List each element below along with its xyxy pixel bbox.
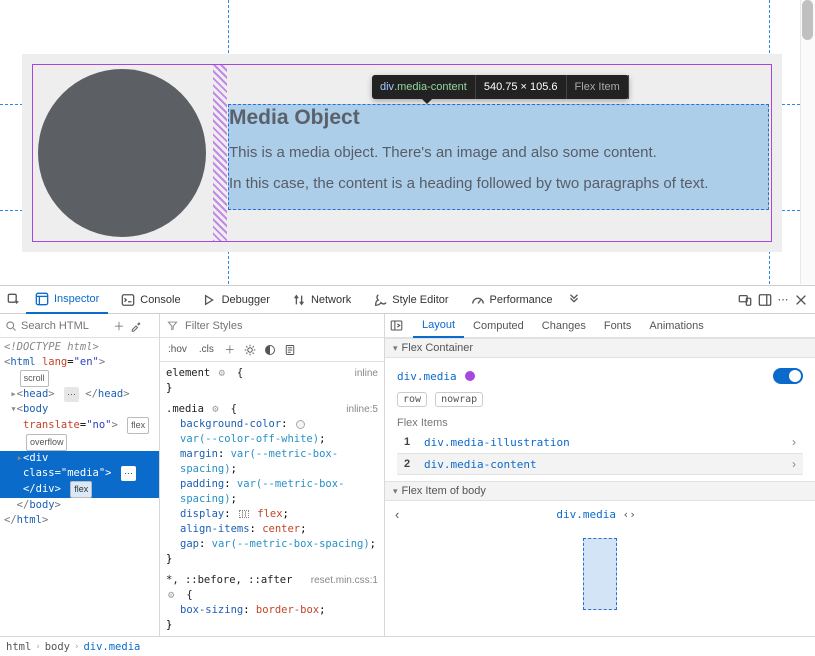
chip-nowrap: nowrap — [435, 392, 483, 407]
dom-line-div-attr[interactable]: class="media"> ⋯ — [0, 466, 159, 481]
devtools-body: ＋ <!DOCTYPE html> <html lang="en"> scrol… — [0, 314, 815, 636]
tooltip-tag: div — [380, 81, 394, 93]
tab-inspector[interactable]: Inspector — [26, 286, 108, 314]
dom-line-head[interactable]: ▸<head> ⋯ </head> — [0, 387, 159, 402]
preview-scrollbar[interactable] — [800, 0, 815, 284]
section-flex-item[interactable]: ▾Flex Item of body — [385, 481, 815, 501]
flex-item-1[interactable]: 1 div.media-illustration › — [397, 431, 803, 453]
close-devtools-icon[interactable] — [793, 292, 809, 308]
side-body[interactable]: ▾Flex Container div.media row nowrap Fle… — [385, 338, 815, 636]
dock-mode-icon[interactable] — [757, 292, 773, 308]
tab-label: Performance — [490, 294, 553, 306]
flex-item-nav: ‹ div.media ‹› — [385, 501, 815, 528]
flex-container-row: div.media — [397, 364, 803, 388]
dom-line-body-close[interactable]: </body> — [0, 498, 159, 513]
filter-icon — [165, 319, 179, 333]
tooltip-dimensions: 540.75 × 105.6 — [476, 75, 567, 99]
flex-item-diagram — [583, 538, 617, 610]
tooltip-mode: Flex Item — [567, 75, 629, 99]
print-media-icon[interactable] — [283, 343, 297, 357]
dom-line-body-attr[interactable]: translate="no"> flex — [0, 417, 159, 434]
layout-panel: Layout Computed Changes Fonts Animations… — [385, 314, 815, 636]
nav-back[interactable]: ‹ — [395, 507, 399, 522]
flex-container-link[interactable]: div.media — [397, 370, 457, 383]
side-tab-animations[interactable]: Animations — [640, 314, 712, 338]
tab-style-editor[interactable]: Style Editor — [364, 286, 457, 314]
flex-items-label: Flex Items — [397, 417, 803, 429]
breadcrumb[interactable]: html — [6, 641, 31, 653]
tab-label: Style Editor — [392, 294, 448, 306]
rules-toolbar — [160, 314, 384, 338]
side-tab-computed[interactable]: Computed — [464, 314, 533, 338]
cls-toggle[interactable]: .cls — [196, 344, 217, 355]
rules-panel: :hov .cls ＋ element ⚙ {inline } — [160, 314, 385, 636]
flex-item-2[interactable]: 2 div.media-content › — [397, 453, 803, 475]
overflow-tabs-icon[interactable] — [566, 292, 582, 308]
filter-styles-input[interactable] — [185, 320, 379, 332]
breadcrumb-current[interactable]: div.media — [83, 641, 140, 653]
tab-network[interactable]: Network — [283, 286, 360, 314]
chevron-right-icon: › — [792, 457, 796, 471]
media-content: Media Object This is a media object. The… — [229, 106, 769, 206]
side-tab-fonts[interactable]: Fonts — [595, 314, 641, 338]
dom-tree[interactable]: <!DOCTYPE html> <html lang="en"> scroll … — [0, 338, 159, 636]
preview-pane: Media Object This is a media object. The… — [0, 0, 815, 284]
dom-line-html[interactable]: <html lang="en"> — [0, 355, 159, 370]
tab-label: Inspector — [54, 293, 99, 305]
add-node-icon[interactable]: ＋ — [112, 319, 126, 333]
breadcrumb[interactable]: body — [45, 641, 70, 653]
dom-line-div-open[interactable]: ▸<div — [0, 451, 159, 466]
tab-label: Console — [140, 294, 180, 306]
dark-scheme-icon[interactable] — [263, 343, 277, 357]
dom-line-html-close[interactable]: </html> — [0, 513, 159, 528]
breadcrumbs: html › body › div.media — [0, 636, 815, 656]
tooltip-class: .media-content — [394, 81, 467, 93]
dom-panel: ＋ <!DOCTYPE html> <html lang="en"> scrol… — [0, 314, 160, 636]
dom-search-row: ＋ — [0, 314, 159, 338]
dom-badge-overflow[interactable]: overflow — [0, 434, 159, 451]
rules-body[interactable]: element ⚙ {inline } .media ⚙ {inline:5 b… — [160, 362, 384, 636]
side-tab-changes[interactable]: Changes — [533, 314, 595, 338]
rules-subtoolbar: :hov .cls ＋ — [160, 338, 384, 362]
side-header: Layout Computed Changes Fonts Animations — [385, 314, 815, 338]
preview-scroll-thumb[interactable] — [802, 0, 813, 40]
rule-element[interactable]: element ⚙ {inline } — [166, 366, 378, 396]
pick-element-icon[interactable] — [6, 292, 22, 308]
chevron-right-icon: › — [792, 435, 796, 449]
search-html-input[interactable] — [21, 320, 109, 332]
rule-media[interactable]: .media ⚙ {inline:5 background-color: var… — [166, 402, 378, 567]
section-flex-container[interactable]: ▾Flex Container — [385, 338, 815, 358]
tab-label: Debugger — [222, 294, 270, 306]
tab-debugger[interactable]: Debugger — [194, 286, 279, 314]
dom-line-body[interactable]: ▾<body — [0, 402, 159, 417]
devtools-toolbar: Inspector Console Debugger Network Style… — [0, 286, 815, 314]
media-heading: Media Object — [229, 106, 769, 130]
dom-line-doctype[interactable]: <!DOCTYPE html> — [0, 340, 159, 355]
inspect-tooltip: div.media-content 540.75 × 105.6 Flex It… — [372, 75, 629, 99]
media-para: This is a media object. There's an image… — [229, 144, 769, 161]
side-tab-layout[interactable]: Layout — [413, 314, 464, 338]
devtools: Inspector Console Debugger Network Style… — [0, 285, 815, 656]
tab-console[interactable]: Console — [112, 286, 189, 314]
highlight-color-dot[interactable] — [465, 371, 475, 381]
flex-swatch[interactable] — [239, 510, 249, 518]
tab-label: Network — [311, 294, 351, 306]
media-para: In this case, the content is a heading f… — [229, 175, 769, 192]
flex-gap-hatch — [213, 64, 227, 242]
eyedropper-icon[interactable] — [129, 319, 143, 333]
rule-reset[interactable]: *, ::before, ::after ⚙ {reset.min.css:1 … — [166, 573, 378, 633]
chip-row: row — [397, 392, 427, 407]
light-scheme-icon[interactable] — [243, 343, 257, 357]
highlight-toggle[interactable] — [773, 368, 803, 384]
color-swatch[interactable] — [296, 420, 305, 429]
dom-line-div-close[interactable]: </div> flex — [0, 481, 159, 498]
tab-performance[interactable]: Performance — [462, 286, 562, 314]
search-icon — [4, 319, 18, 333]
meatballs-icon[interactable]: ⋯ — [777, 292, 789, 308]
responsive-mode-icon[interactable] — [737, 292, 753, 308]
sidebar-toggle-icon[interactable] — [389, 319, 403, 333]
dom-badge-scroll[interactable]: scroll — [0, 370, 159, 387]
add-rule-icon[interactable]: ＋ — [223, 343, 237, 357]
hov-toggle[interactable]: :hov — [165, 344, 190, 355]
